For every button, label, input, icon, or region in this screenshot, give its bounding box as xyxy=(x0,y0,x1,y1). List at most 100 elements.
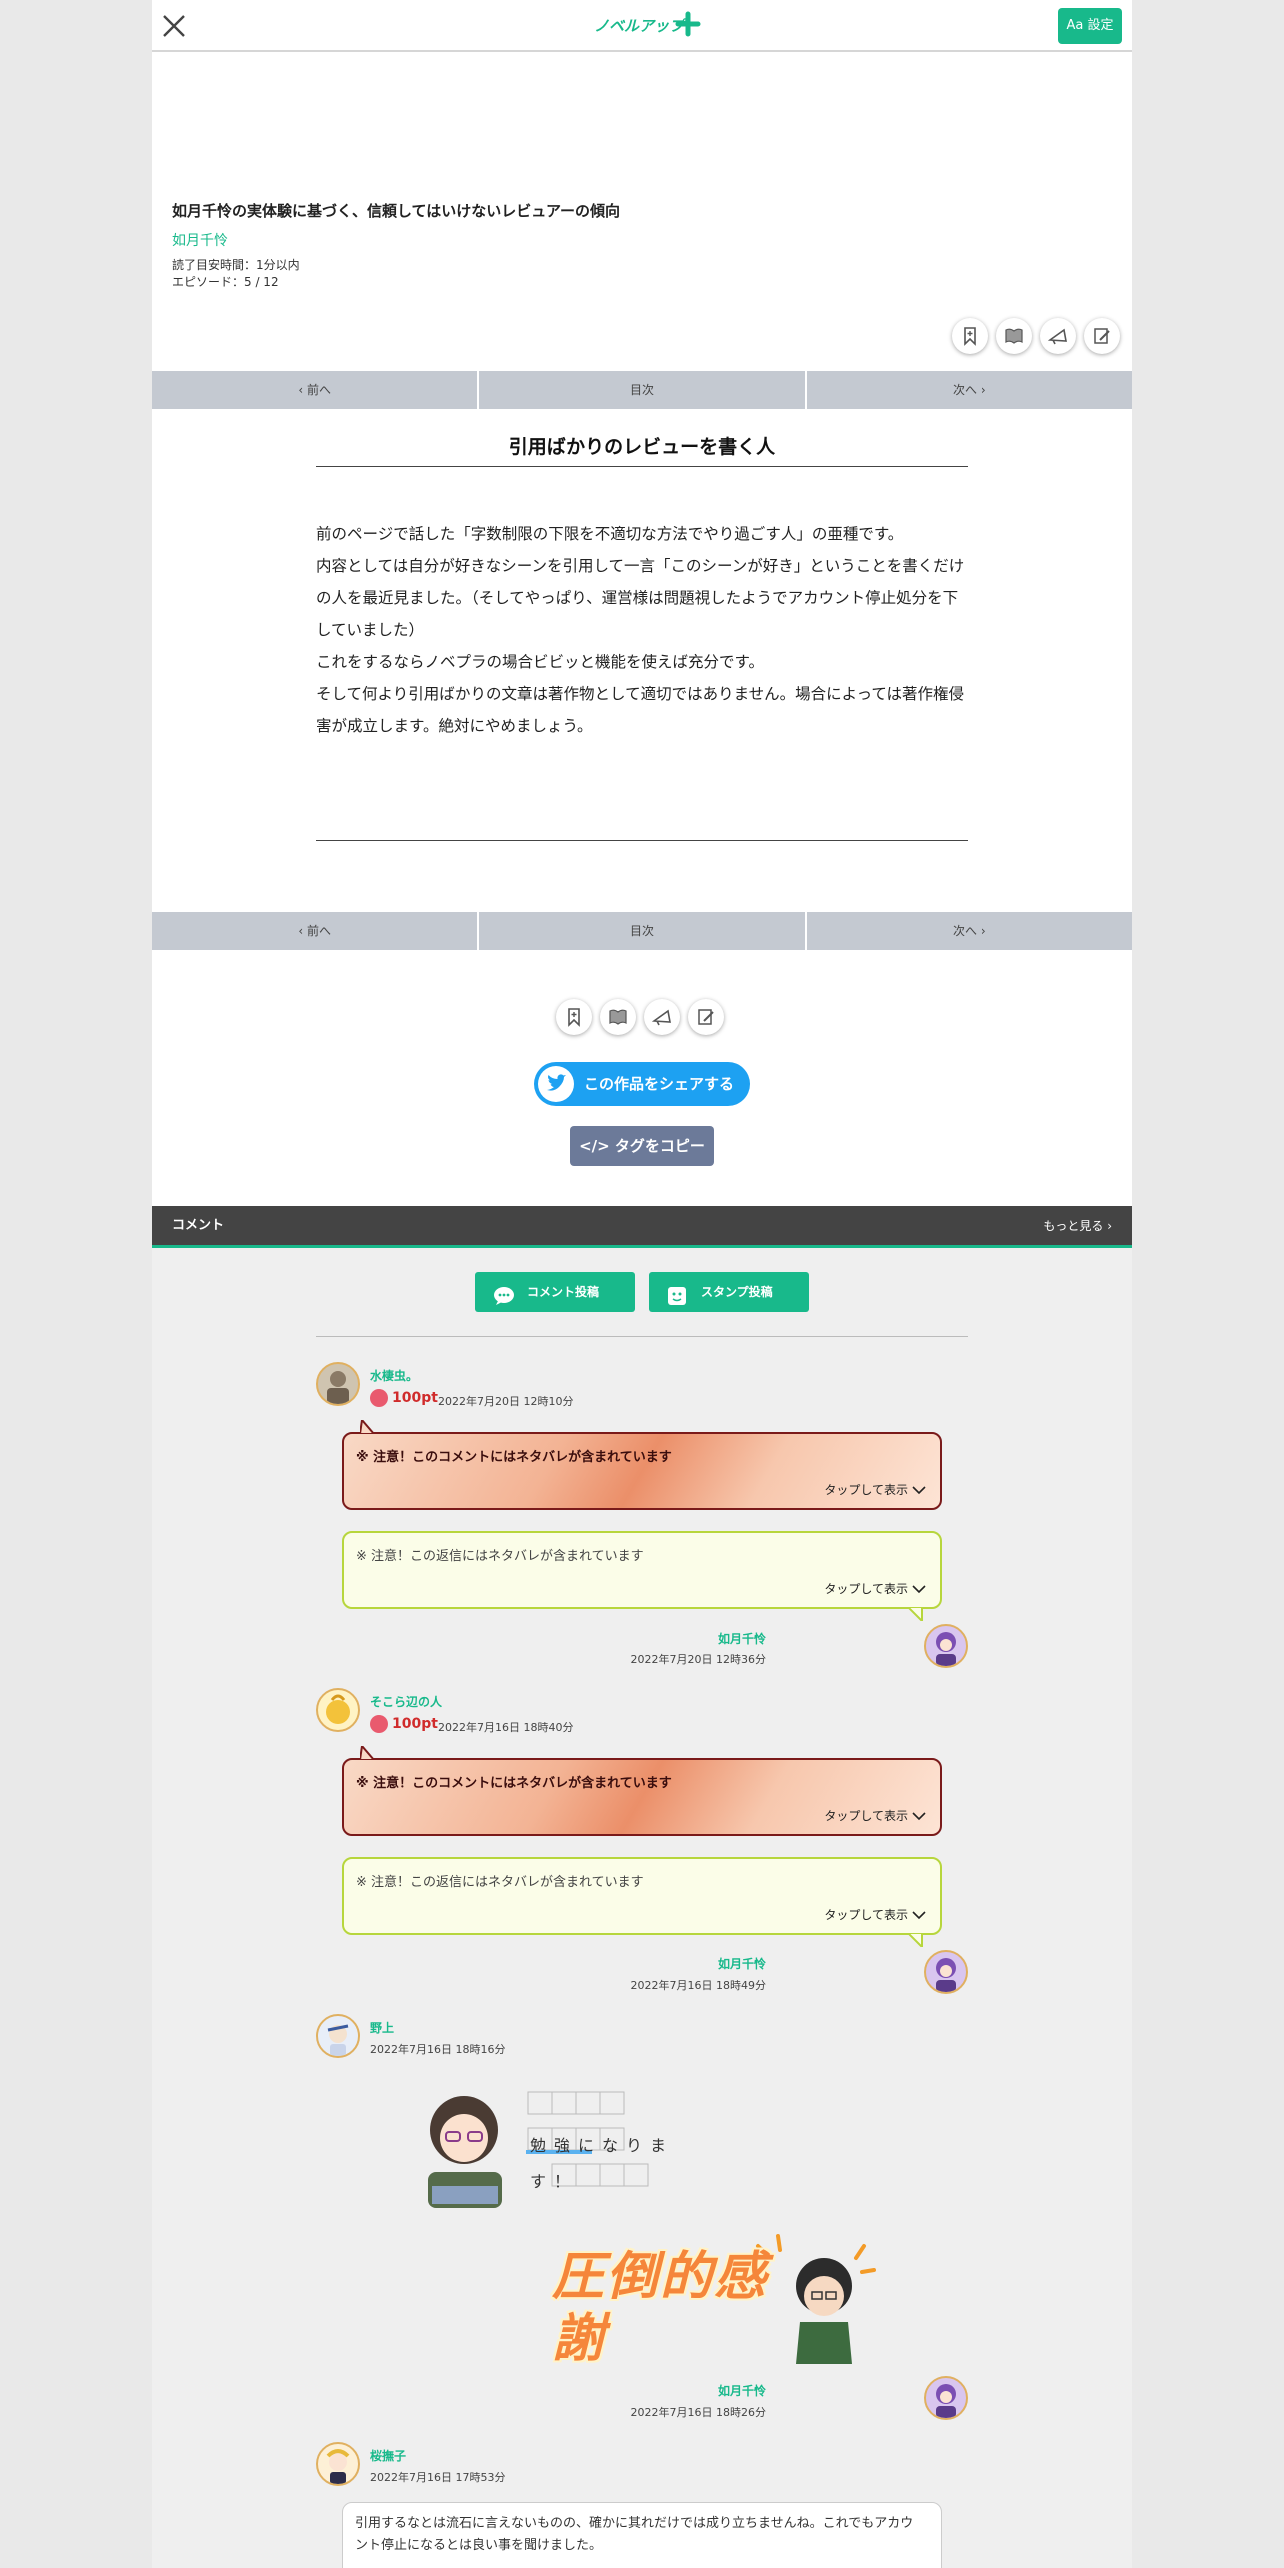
book-icon xyxy=(609,1009,627,1025)
tap-label: タップして表示 xyxy=(824,1582,908,1596)
chevron-left-icon: ‹ xyxy=(298,383,307,397)
episode-title: 引用ばかりのレビューを書く人 xyxy=(508,436,776,458)
divider xyxy=(316,840,968,841)
bookshelf-button[interactable] xyxy=(996,318,1032,354)
comments-header: コメント もっと見る › xyxy=(152,1206,1132,1248)
reader-page: ノベルアップ Aa 設定 如月千怜の実体験に基づく、信頼してはいけないレビュアー… xyxy=(152,0,1132,2568)
comments-more-link[interactable]: もっと見る › xyxy=(1043,1206,1112,1246)
points-value: 100pt xyxy=(392,1390,438,1406)
avatar[interactable] xyxy=(316,1688,360,1732)
support-button[interactable] xyxy=(1040,318,1076,354)
tap-label: タップして表示 xyxy=(824,1483,908,1497)
toc-button[interactable]: 目次 xyxy=(479,371,807,409)
bookmark-icon xyxy=(568,1008,580,1027)
close-icon xyxy=(163,15,185,37)
episode-nav-bottom: ‹ 前へ 目次 次へ › xyxy=(152,912,1132,950)
toc-button[interactable]: 目次 xyxy=(479,912,807,950)
body-paragraph: 前のページで話した「字数制限の下限を不適切な方法でやり過ごす人」の亜種です。 xyxy=(316,525,904,543)
bookmark-button[interactable] xyxy=(952,318,988,354)
comment-username[interactable]: 桜撫子 xyxy=(370,2447,406,2464)
next-episode-button[interactable]: 次へ › xyxy=(807,371,1132,409)
avatar[interactable] xyxy=(316,2442,360,2486)
spoiler-reply[interactable]: ※ 注意！この返信にはネタバレが含まれています タップして表示 xyxy=(342,1531,942,1621)
toc-label: 目次 xyxy=(629,383,654,397)
episode-counter: エピソード：5 / 12 xyxy=(172,275,279,289)
avatar[interactable] xyxy=(316,1362,360,1406)
comment-date: 2022年7月20日 12時10分 xyxy=(438,1395,574,1408)
spoiler-comment[interactable]: ※ 注意！このコメントにはネタバレが含まれています タップして表示 xyxy=(342,1420,942,1510)
body-paragraph: 内容としては自分が好きなシーンを引用して一言「このシーンが好き」ということを書く… xyxy=(316,557,965,639)
episode-body: 前のページで話した「字数制限の下限を不適切な方法でやり過ごす人」の亜種です。 内… xyxy=(316,518,968,742)
post-stamp-button[interactable]: スタンプ投稿 xyxy=(649,1272,809,1312)
speech-bubble-icon xyxy=(493,1282,515,1322)
code-icon: </> xyxy=(579,1137,615,1155)
tap-label: タップして表示 xyxy=(824,1809,908,1823)
chevron-down-icon xyxy=(912,1812,926,1821)
review-button[interactable] xyxy=(1084,318,1120,354)
tap-to-show[interactable]: タップして表示 xyxy=(824,1906,926,1923)
points-badge: 100pt xyxy=(370,1715,438,1733)
reply-username[interactable]: 如月千怜 xyxy=(718,1955,766,1972)
prev-episode-button[interactable]: ‹ 前へ xyxy=(152,371,480,409)
comment-bubble: 引用するなとは流石に言えないものの、確かに其れだけでは成り立ちませんね。これでも… xyxy=(342,2502,942,2568)
twitter-share-button[interactable]: この作品をシェアする xyxy=(534,1062,750,1106)
comment-date: 2022年7月16日 18時40分 xyxy=(438,1721,574,1734)
book-icon xyxy=(1005,328,1023,344)
next-label: 次へ xyxy=(953,383,978,397)
chevron-right-icon: › xyxy=(977,924,986,938)
copy-tag-button[interactable]: </> タグをコピー xyxy=(570,1126,714,1166)
avatar[interactable] xyxy=(924,1950,968,1994)
spoiler-comment[interactable]: ※ 注意！このコメントにはネタバレが含まれています タップして表示 xyxy=(342,1746,942,1836)
review-button[interactable] xyxy=(688,999,724,1035)
action-icons-top xyxy=(952,318,1120,354)
stamp-text: 圧倒的感謝 xyxy=(552,2247,769,2369)
bubble-tail xyxy=(908,1933,923,1947)
next-episode-button[interactable]: 次へ › xyxy=(807,912,1132,950)
bubble-tail xyxy=(908,1607,923,1621)
post-comment-button[interactable]: コメント投稿 xyxy=(475,1272,635,1312)
reply-username[interactable]: 如月千怜 xyxy=(718,2382,766,2399)
bubble-tail xyxy=(360,1420,376,1434)
novelup-logo[interactable]: ノベルアップ xyxy=(592,10,702,40)
comment-username[interactable]: 野上 xyxy=(370,2019,394,2036)
chevron-right-icon: › xyxy=(977,383,986,397)
comment-date: 2022年7月16日 17時53分 xyxy=(370,2471,506,2484)
spoiler-reply[interactable]: ※ 注意！この返信にはネタバレが含まれています タップして表示 xyxy=(342,1857,942,1947)
divider xyxy=(316,466,968,467)
heart-icon xyxy=(370,1715,388,1733)
avatar[interactable] xyxy=(316,2014,360,2058)
bookmark-button[interactable] xyxy=(556,999,592,1035)
edit-note-icon xyxy=(1094,328,1110,344)
prev-episode-button[interactable]: ‹ 前へ xyxy=(152,912,480,950)
author-link[interactable]: 如月千怜 xyxy=(172,230,228,250)
tap-to-show[interactable]: タップして表示 xyxy=(824,1580,926,1597)
episode-nav-top: ‹ 前へ 目次 次へ › xyxy=(152,371,1132,409)
body-paragraph: そして何より引用ばかりの文章は著作物として適切ではありません。場合によっては著作… xyxy=(316,685,965,735)
tap-to-show[interactable]: タップして表示 xyxy=(824,1481,926,1498)
bookmark-icon xyxy=(964,327,976,346)
comment-date: 2022年7月16日 18時16分 xyxy=(370,2043,506,2056)
top-bar: ノベルアップ Aa 設定 xyxy=(152,0,1132,52)
reading-time: 読了目安時間：1分以内 xyxy=(172,258,300,272)
megaphone-icon xyxy=(1048,328,1067,345)
avatar[interactable] xyxy=(924,2376,968,2420)
tap-to-show[interactable]: タップして表示 xyxy=(824,1807,926,1824)
stamp-icon xyxy=(667,1282,687,1322)
spoiler-warning: ※ 注意！この返信にはネタバレが含まれています xyxy=(356,1549,644,1564)
post-stamp-label: スタンプ投稿 xyxy=(701,1285,773,1299)
comment-username[interactable]: 水棲虫。 xyxy=(370,1367,418,1384)
comment-text: 引用するなとは流石に言えないものの、確かに其れだけでは成り立ちませんね。これでも… xyxy=(355,2516,914,2553)
comment-username[interactable]: そこら辺の人 xyxy=(370,1693,442,1710)
spoiler-warning: ※ 注意！このコメントにはネタバレが含まれています xyxy=(356,1776,672,1791)
body-paragraph: これをするならノベプラの場合ビビッと機能を使えば充分です。 xyxy=(316,653,764,671)
points-badge: 100pt xyxy=(370,1389,438,1407)
work-title[interactable]: 如月千怜の実体験に基づく、信頼してはいけないレビュアーの傾向 xyxy=(172,200,620,221)
text-settings-button[interactable]: Aa 設定 xyxy=(1058,8,1122,44)
bookshelf-button[interactable] xyxy=(600,999,636,1035)
close-button[interactable] xyxy=(158,10,190,42)
reply-username[interactable]: 如月千怜 xyxy=(718,1630,766,1647)
more-label: もっと見る xyxy=(1043,1219,1104,1233)
avatar[interactable] xyxy=(924,1624,968,1668)
twitter-icon xyxy=(538,1066,574,1102)
support-button[interactable] xyxy=(644,999,680,1035)
